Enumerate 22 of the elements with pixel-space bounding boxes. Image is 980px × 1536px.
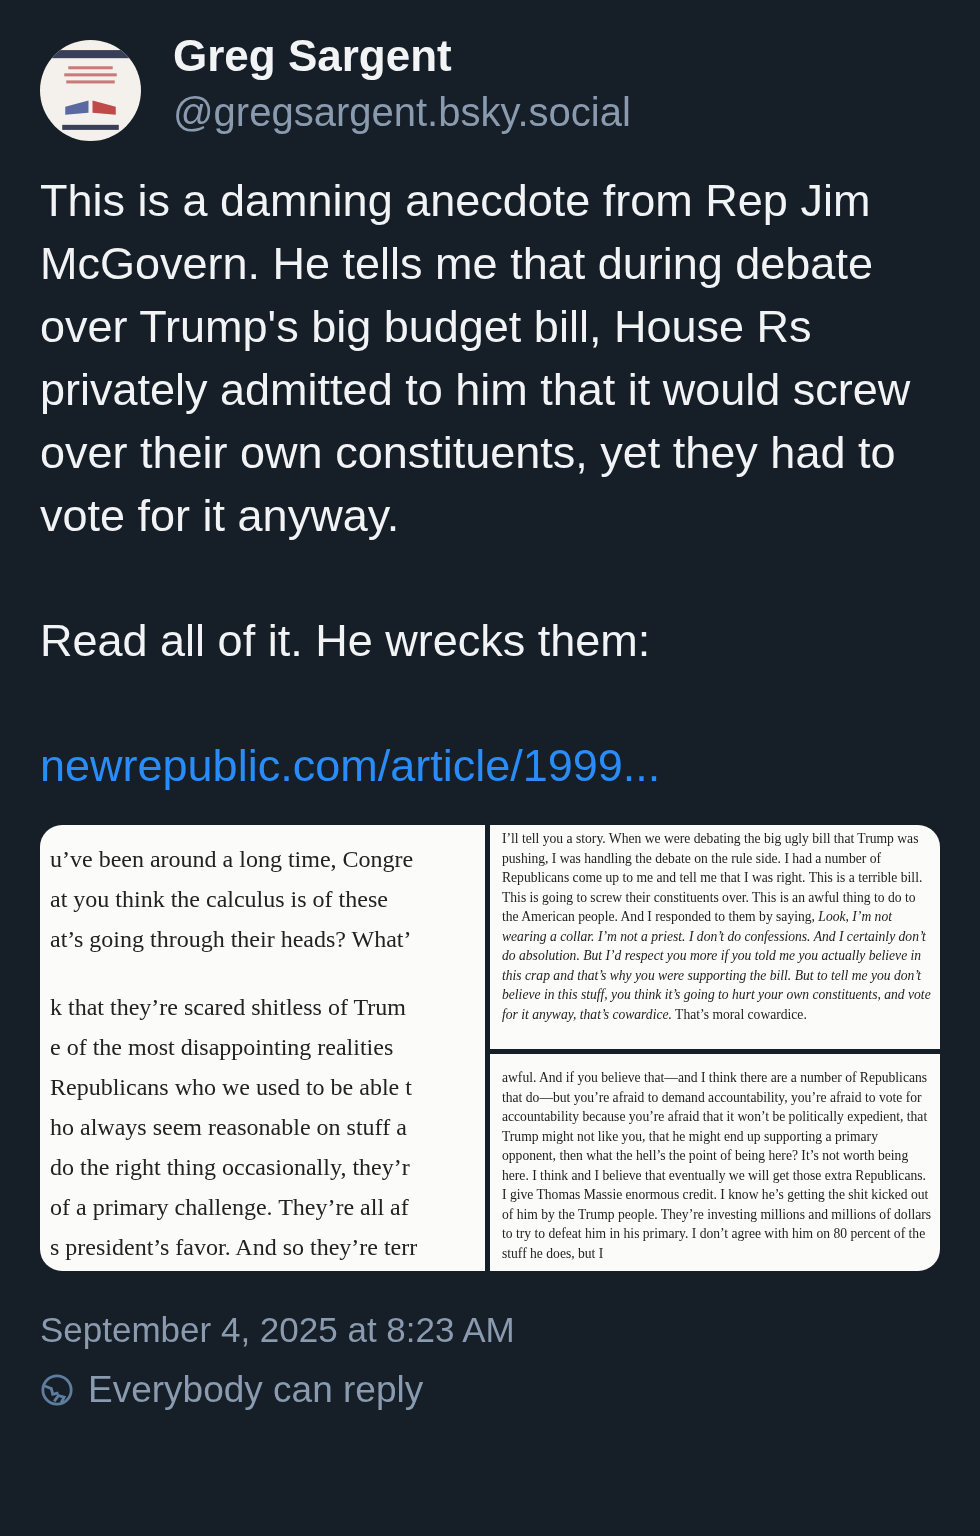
article-paragraph: awful. And if you believe that—and I think there are a number of Republicans that do—but you’re afraid to demand accountability, you’re afraid to vote for accountability because you’re afraid that it won’t be politically expedient, that Trump might not like you, that he might end up supporting a primary opponent, then what the hell’s the point of being here? It’s not worth being here. I think and I believe that eventually we will get those extra Republicans. I give Thomas Massie enormous credit. I know he’s getting the shit kicked out of him by the Trump people. They’re investing millions and millions of dollars to try to defeat him in his primary. I don’t agree with him on 80 percent of the stuff he does, but I bbox=[502, 1069, 932, 1263]
post-timestamp: September 4, 2025 at 8:23 AM bbox=[40, 1309, 516, 1351]
article-text-line: ho always seem reasonable on stuff a bbox=[50, 1114, 407, 1140]
article-text-line: at’s going through their heads? What’ bbox=[50, 926, 412, 952]
article-text-line: k that they’re scared shitless of Trum bbox=[50, 994, 406, 1020]
post-text: This is a damning anecdote from Rep Jim McGovern. He tells me that during debate over Trump's big budget bill, House Rs privately admitted to him that it would screw over their own constituents, yet they had to vote for it anyway. bbox=[40, 174, 912, 543]
author-name[interactable]: Greg Sargent bbox=[173, 27, 631, 84]
article-screenshot[interactable] bbox=[490, 825, 940, 1049]
article-link[interactable]: newrepublic.com/article/1999... bbox=[40, 734, 661, 797]
article-screenshot[interactable] bbox=[40, 825, 485, 1271]
article-paragraph: I’ll tell you a story. When we were debating the big ugly bill that Trump was pushing, I was handling the debate on the rule side. I had a number of Republicans come up to me and tell me that I was right. This is a terrible bill. This is going to screw their constituents over. This is an awful thing to do to the American people. And I responded to them by saying, Look, I’m not wearing a collar. I’m not a priest. I don’t do confessions. And I certainly don’t do absolution. But I’d respect you more if you told me you actually believe in this crap and that’s why you were supporting the bill. But to tell me you don’t believe in this stuff, you think it’s going to hurt your own constituents, and vote for it anyway, that’s cowardice. That’s moral cowardice. bbox=[502, 830, 932, 1024]
article-text-line: e of the most disappointing realities bbox=[50, 1034, 394, 1060]
globe-icon bbox=[40, 1373, 74, 1407]
article-text-line: u’ve been around a long time, Congre bbox=[50, 846, 414, 872]
article-text-line: s president’s favor. And so they’re terr bbox=[50, 1234, 418, 1260]
post-text: Read all of it. He wrecks them: bbox=[40, 614, 652, 668]
article-text-line: at you think the calculus is of these bbox=[50, 886, 388, 912]
article-text-line: Republicans who we used to be able t bbox=[50, 1074, 412, 1100]
article-text-line: do the right thing occasionally, they’r bbox=[50, 1154, 410, 1180]
article-text-line: of a primary challenge. They’re all af bbox=[50, 1194, 409, 1220]
author-handle[interactable]: @gregsargent.bsky.social bbox=[173, 85, 631, 138]
reply-setting: Everybody can reply bbox=[88, 1368, 424, 1412]
